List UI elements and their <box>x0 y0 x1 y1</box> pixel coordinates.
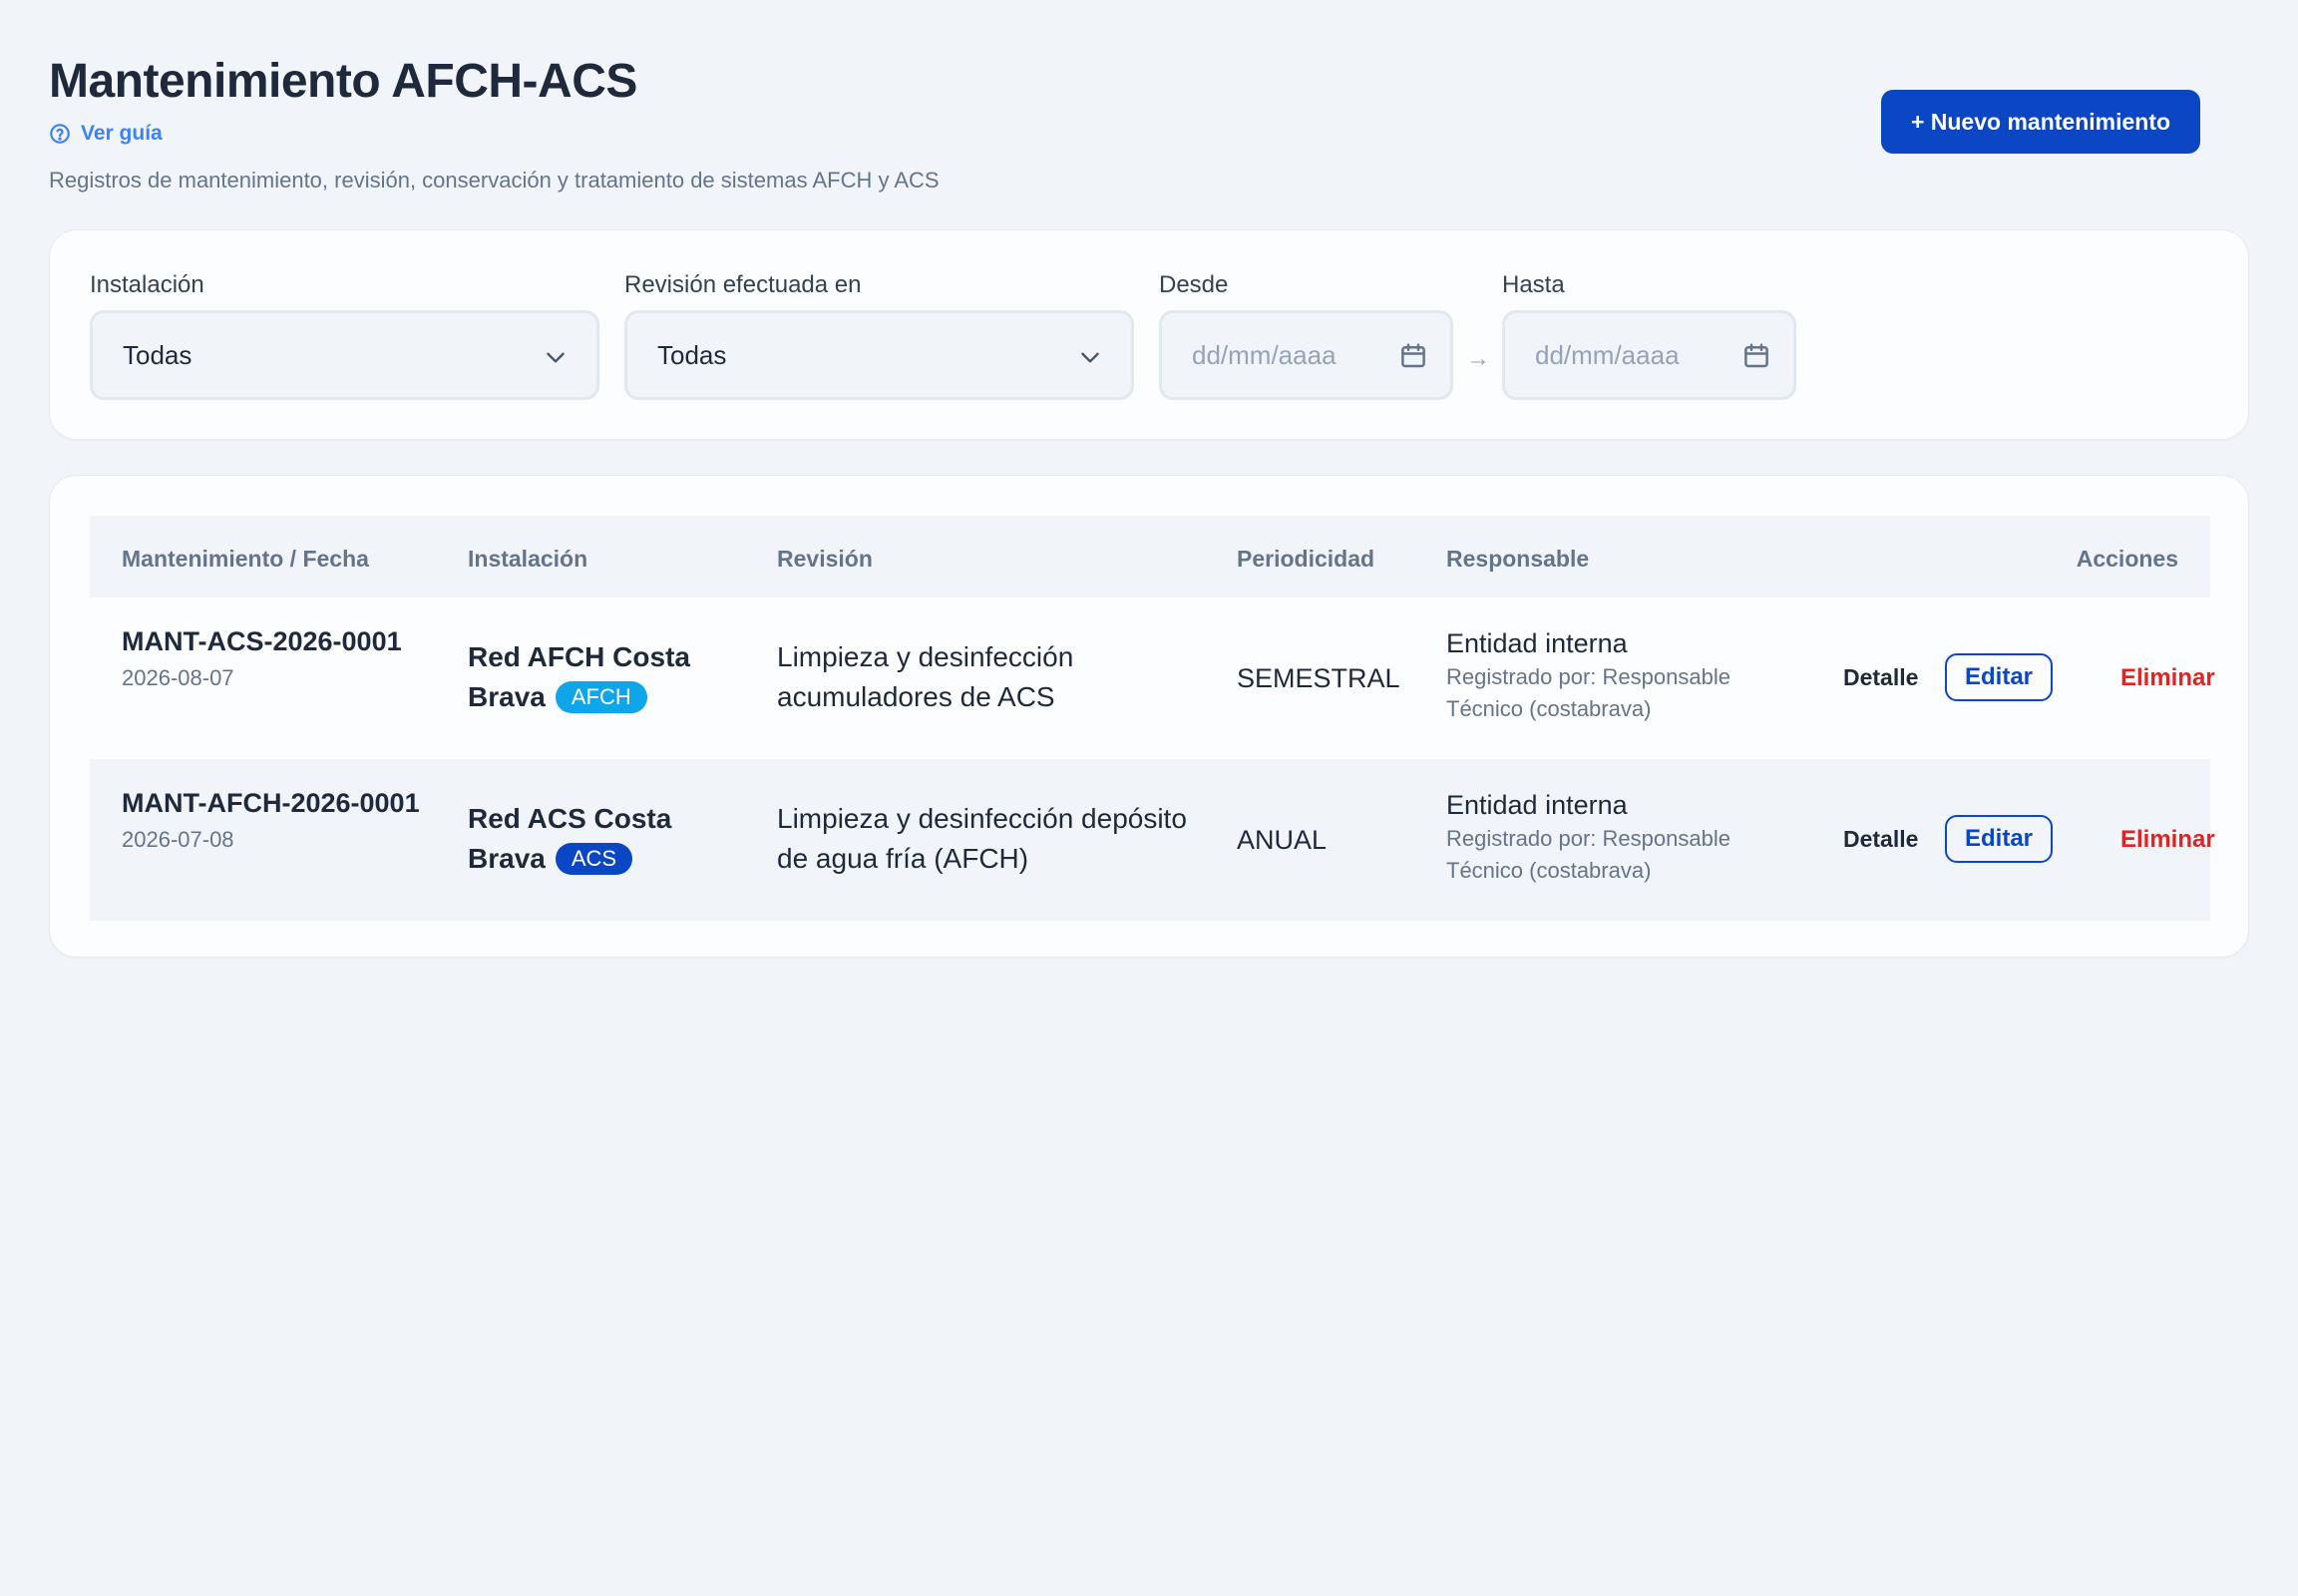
column-responsible: Responsable <box>1446 546 1590 572</box>
maintenance-cell: MANT-AFCH-2026-0001 2026-07-08 <box>122 783 421 853</box>
chevron-down-icon <box>1081 352 1099 363</box>
installation-type-badge: AFCH <box>555 681 647 713</box>
installation-select[interactable]: Todas <box>90 310 599 400</box>
to-date-label: Hasta <box>1502 271 1565 298</box>
page-subtitle: Registros de mantenimiento, revisión, co… <box>49 168 940 193</box>
calendar-icon[interactable] <box>1398 341 1428 371</box>
revision-cell: Limpieza y desinfección acumuladores de … <box>777 641 1074 712</box>
responsible-cell: Entidad interna Registrado por: Responsa… <box>1446 787 1775 887</box>
responsible-entity: Entidad interna <box>1446 628 1628 658</box>
revision-cell: Limpieza y desinfección depósito de agua… <box>777 803 1187 874</box>
page-header: Mantenimiento AFCH-ACS Ver guía Registro… <box>49 0 2249 229</box>
table-row: MANT-AFCH-2026-0001 2026-07-08 Red ACS C… <box>90 759 2215 921</box>
maintenance-code: MANT-ACS-2026-0001 <box>122 626 402 656</box>
new-maintenance-button[interactable]: + Nuevo mantenimiento <box>1881 90 2200 154</box>
revision-filter-label: Revisión efectuada en <box>624 271 862 298</box>
delete-link[interactable]: Eliminar <box>2120 826 2215 854</box>
date-range-arrow: → <box>1466 345 1490 372</box>
maintenance-cell: MANT-ACS-2026-0001 2026-08-07 <box>122 621 421 691</box>
registered-by: Registrado por: Responsable Técnico (cos… <box>1446 826 1730 883</box>
guide-link-label: Ver guía <box>81 122 163 145</box>
page: Mantenimiento AFCH-ACS Ver guía Registro… <box>0 0 2298 1596</box>
column-revision: Revisión <box>777 546 873 572</box>
revision-select-value: Todas <box>657 339 727 370</box>
from-date-label: Desde <box>1159 271 1229 298</box>
maintenance-code: MANT-AFCH-2026-0001 <box>122 788 420 818</box>
maintenance-table-card: Mantenimiento / Fecha Instalación Revisi… <box>49 475 2249 958</box>
installation-filter-label: Instalación <box>90 271 204 298</box>
installation-cell: Red AFCH Costa Brava AFCH <box>468 637 707 717</box>
installation-select-value: Todas <box>123 339 192 370</box>
from-date-input[interactable]: dd/mm/aaaa <box>1159 310 1453 400</box>
detail-link[interactable]: Detalle <box>1843 664 1918 691</box>
edit-button[interactable]: Editar <box>1945 653 2054 701</box>
column-maintenance: Mantenimiento / Fecha <box>122 546 369 572</box>
page-title: Mantenimiento AFCH-ACS <box>49 55 637 108</box>
detail-link[interactable]: Detalle <box>1843 826 1918 853</box>
filters-card: Instalación Todas Revisión efectuada en … <box>49 229 2249 440</box>
chevron-down-icon <box>547 352 565 363</box>
edit-button[interactable]: Editar <box>1945 815 2054 863</box>
delete-link[interactable]: Eliminar <box>2120 664 2215 692</box>
to-date-input[interactable]: dd/mm/aaaa <box>1502 310 1796 400</box>
revision-select[interactable]: Todas <box>624 310 1134 400</box>
installation-type-badge: ACS <box>555 843 633 875</box>
responsible-cell: Entidad interna Registrado por: Responsa… <box>1446 625 1775 725</box>
maintenance-date: 2026-08-07 <box>122 665 234 690</box>
column-installation: Instalación <box>468 546 588 572</box>
column-periodicity: Periodicidad <box>1237 546 1375 572</box>
table-row: MANT-ACS-2026-0001 2026-08-07 Red AFCH C… <box>90 598 2215 759</box>
table-header: Mantenimiento / Fecha Instalación Revisi… <box>90 516 2210 598</box>
installation-cell: Red ACS Costa Brava ACS <box>468 799 707 879</box>
from-date-placeholder: dd/mm/aaaa <box>1192 339 1337 370</box>
registered-by: Registrado por: Responsable Técnico (cos… <box>1446 664 1730 721</box>
to-date-placeholder: dd/mm/aaaa <box>1535 339 1680 370</box>
calendar-icon[interactable] <box>1741 341 1771 371</box>
responsible-entity: Entidad interna <box>1446 790 1628 820</box>
maintenance-date: 2026-07-08 <box>122 827 234 852</box>
periodicity-cell: ANUAL <box>1237 825 1328 855</box>
guide-link[interactable]: Ver guía <box>49 122 163 146</box>
help-circle-icon <box>50 124 70 144</box>
periodicity-cell: SEMESTRAL <box>1237 663 1400 693</box>
column-actions: Acciones <box>2076 546 2178 572</box>
